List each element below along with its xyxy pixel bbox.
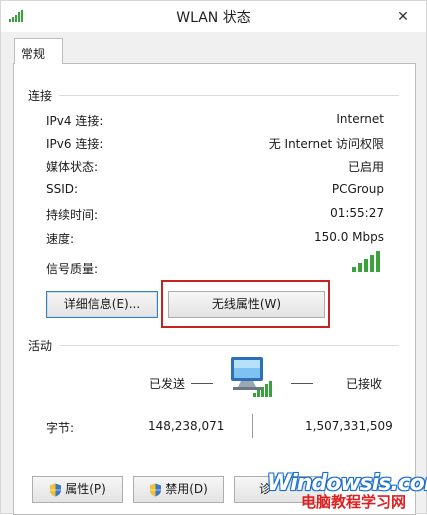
wlan-status-dialog: WLAN 状态 ✕ 常规 连接 IPv4 连接: Internet IPv6 连… bbox=[0, 0, 427, 515]
properties-button[interactable]: 属性(P) bbox=[32, 476, 123, 503]
ssid-value: PCGroup bbox=[331, 182, 384, 196]
duration-row: 持续时间: 01:55:27 bbox=[46, 206, 384, 224]
ipv6-label: IPv6 连接: bbox=[46, 137, 104, 151]
signal-row: 信号质量: bbox=[46, 260, 384, 278]
connection-heading: 连接 bbox=[28, 89, 53, 103]
disable-button-label: 禁用(D) bbox=[165, 482, 208, 496]
received-dash bbox=[291, 383, 313, 384]
signal-strength-icon bbox=[352, 251, 380, 272]
speed-row: 速度: 150.0 Mbps bbox=[46, 230, 384, 248]
speed-label: 速度: bbox=[46, 232, 75, 246]
uac-shield-icon bbox=[150, 483, 162, 496]
sent-dash bbox=[191, 383, 213, 384]
watermark-caption: 电脑教程学习网 bbox=[301, 493, 407, 511]
activity-heading: 活动 bbox=[28, 339, 53, 353]
title-bar[interactable]: WLAN 状态 ✕ bbox=[1, 1, 426, 32]
highlight-annotation bbox=[161, 280, 330, 328]
window-title: WLAN 状态 bbox=[176, 10, 251, 26]
disable-button[interactable]: 禁用(D) bbox=[133, 476, 224, 503]
received-label: 已接收 bbox=[346, 377, 383, 391]
ipv4-row: IPv4 连接: Internet bbox=[46, 112, 384, 130]
properties-button-label: 属性(P) bbox=[65, 482, 106, 496]
duration-value: 01:55:27 bbox=[330, 206, 384, 220]
ipv4-label: IPv4 连接: bbox=[46, 114, 104, 128]
ipv6-value: 无 Internet 访问权限 bbox=[268, 137, 384, 151]
media-state-label: 媒体状态: bbox=[46, 160, 99, 174]
ssid-row: SSID: PCGroup bbox=[46, 182, 384, 200]
sent-label: 已发送 bbox=[149, 377, 186, 391]
duration-label: 持续时间: bbox=[46, 208, 99, 222]
uac-shield-icon bbox=[50, 483, 62, 496]
close-button[interactable]: ✕ bbox=[380, 1, 426, 32]
network-computer-icon bbox=[231, 357, 272, 397]
bytes-received-value: 1,507,331,509 bbox=[305, 419, 393, 433]
media-state-value: 已启用 bbox=[347, 160, 384, 174]
bytes-label: 字节: bbox=[46, 421, 75, 435]
speed-value: 150.0 Mbps bbox=[313, 230, 384, 244]
connection-divider bbox=[59, 95, 399, 96]
details-button[interactable]: 详细信息(E)... bbox=[46, 291, 158, 318]
bytes-sent-value: 148,238,071 bbox=[148, 419, 225, 433]
tab-general[interactable]: 常规 bbox=[14, 38, 63, 64]
bytes-separator bbox=[252, 414, 253, 438]
activity-divider bbox=[59, 345, 399, 346]
ipv4-value: Internet bbox=[336, 112, 384, 126]
media-state-row: 媒体状态: 已启用 bbox=[46, 158, 384, 176]
signal-label: 信号质量: bbox=[46, 262, 99, 276]
ipv6-row: IPv6 连接: 无 Internet 访问权限 bbox=[46, 135, 384, 153]
close-icon: ✕ bbox=[397, 8, 409, 25]
ssid-label: SSID: bbox=[46, 182, 79, 196]
